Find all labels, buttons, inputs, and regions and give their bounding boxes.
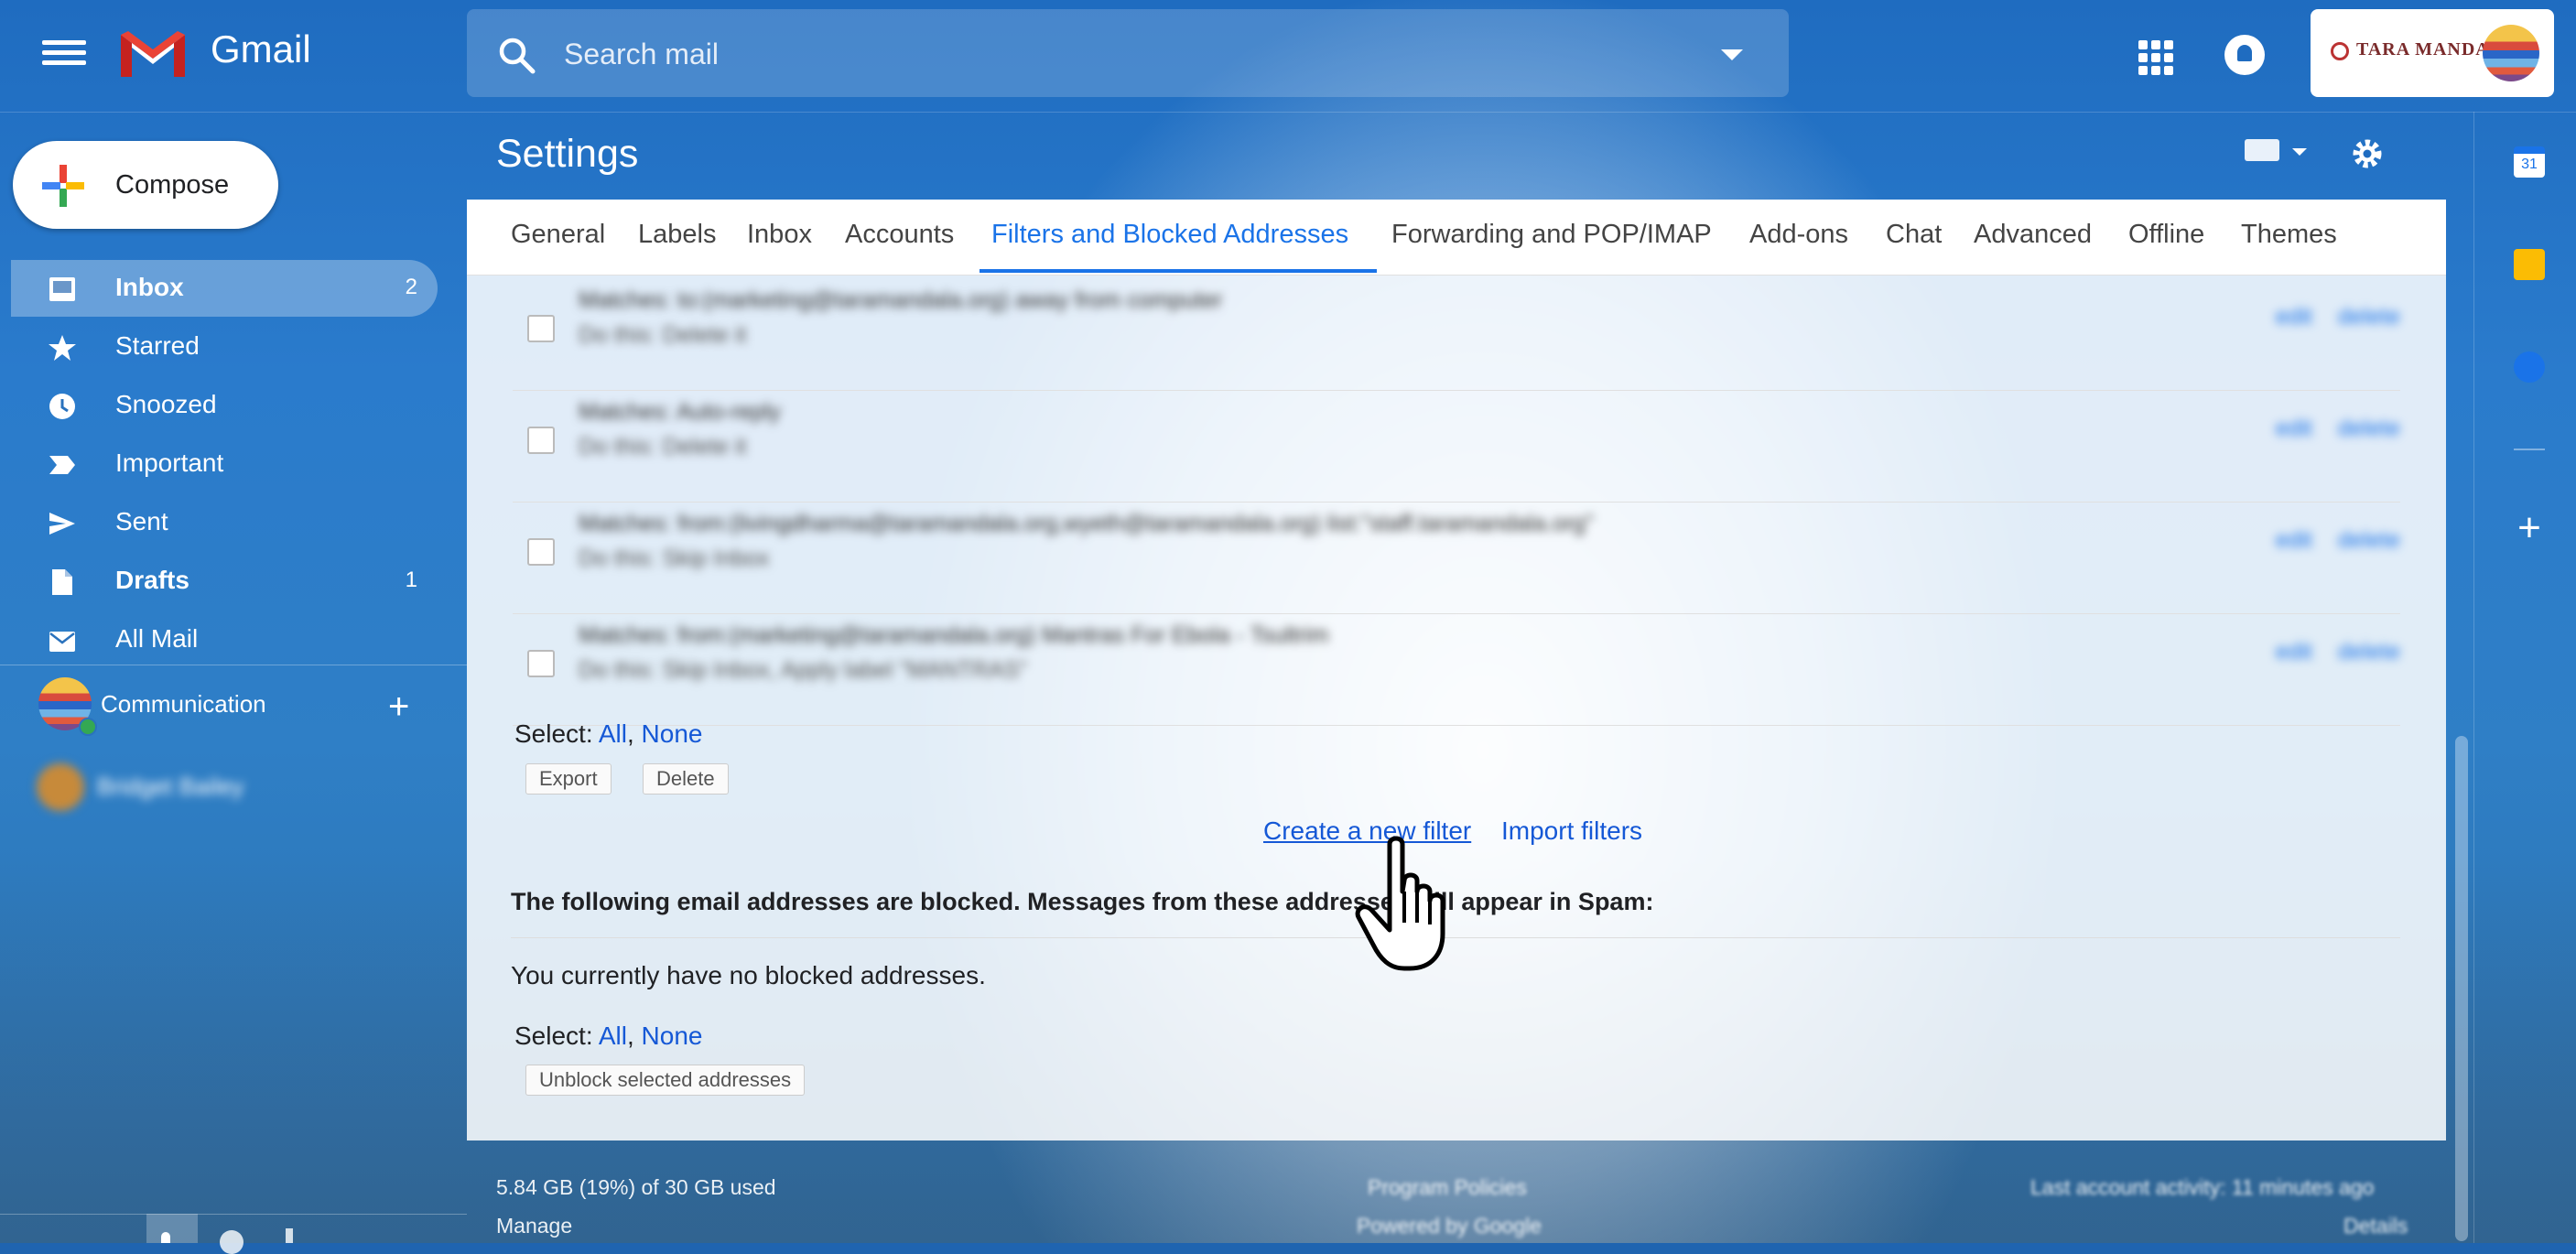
- import-filters-link[interactable]: Import filters: [1501, 816, 1642, 846]
- blocked-heading: The following email addresses are blocke…: [511, 888, 1654, 915]
- search-icon[interactable]: [496, 35, 536, 75]
- manage-storage-link[interactable]: Manage: [496, 1214, 572, 1238]
- filter-delete-link[interactable]: delete: [2338, 639, 2400, 665]
- filter-delete-link[interactable]: delete: [2338, 527, 2400, 554]
- gear-icon[interactable]: [2349, 135, 2386, 172]
- tab-add-ons[interactable]: Add-ons: [1749, 220, 1848, 250]
- scrollbar[interactable]: [2455, 736, 2468, 1241]
- filter-delete-link[interactable]: delete: [2338, 304, 2400, 330]
- keyboard-icon[interactable]: [2245, 139, 2279, 161]
- compose-plus-icon: [42, 165, 84, 207]
- tab-general[interactable]: General: [511, 220, 605, 250]
- powered-by-text: Powered by Google: [1357, 1214, 1542, 1238]
- communication-label[interactable]: Communication: [101, 690, 266, 719]
- select-none-link[interactable]: None: [642, 719, 703, 748]
- filter-delete-link[interactable]: delete: [2338, 416, 2400, 442]
- person-icon[interactable]: [161, 1232, 170, 1243]
- calendar-icon[interactable]: 31: [2514, 146, 2545, 178]
- storage-usage: 5.84 GB (19%) of 30 GB used: [496, 1175, 776, 1199]
- filter-edit-link[interactable]: edit: [2276, 639, 2312, 665]
- sidebar-item-important[interactable]: Important: [0, 436, 438, 492]
- google-apps-icon[interactable]: [2138, 40, 2173, 75]
- sidebar-bottom-divider: [0, 1214, 467, 1215]
- filter-checkbox[interactable]: [527, 650, 555, 677]
- keep-icon[interactable]: [2514, 249, 2545, 280]
- no-blocked-text: You currently have no blocked addresses.: [511, 961, 986, 989]
- tab-forwarding[interactable]: Forwarding and POP/IMAP: [1391, 220, 1712, 250]
- tab-inbox[interactable]: Inbox: [747, 220, 812, 250]
- sidebar-item-sent[interactable]: Sent: [0, 494, 438, 551]
- select-none-link[interactable]: None: [642, 1022, 703, 1050]
- sidebar-item-all-mail[interactable]: All Mail: [0, 611, 438, 668]
- last-activity-text: Last account activity: 11 minutes ago: [2030, 1175, 2375, 1199]
- clock-icon: [49, 394, 75, 419]
- online-status-dot: [79, 718, 97, 736]
- hangouts-tab[interactable]: [146, 1214, 198, 1243]
- add-contact-icon[interactable]: +: [388, 688, 409, 725]
- tab-filters-and-blocked-addresses[interactable]: Filters and Blocked Addresses: [991, 220, 1348, 250]
- gmail-title: Gmail: [211, 27, 311, 70]
- side-panel-rail: [2473, 112, 2576, 1243]
- add-addon-icon[interactable]: +: [2514, 508, 2545, 548]
- phone-icon[interactable]: [286, 1228, 293, 1243]
- tab-labels[interactable]: Labels: [638, 220, 716, 250]
- account-avatar[interactable]: [2483, 25, 2539, 81]
- tab-themes[interactable]: Themes: [2241, 220, 2337, 250]
- active-tab-indicator: [980, 269, 1377, 273]
- brand-logo-icon: [2331, 42, 2349, 60]
- program-policies-link[interactable]: Program Policies: [1368, 1175, 1527, 1200]
- gmail-logo-icon[interactable]: [117, 27, 189, 81]
- search-options-chevron-icon[interactable]: [1721, 49, 1743, 60]
- filter-row: Matches: to:(marketing@taramandala.org) …: [513, 278, 2400, 391]
- details-link[interactable]: Details: [2343, 1214, 2408, 1238]
- page-title: Settings: [496, 132, 639, 176]
- sidebar-item-inbox[interactable]: Inbox 2: [11, 260, 438, 317]
- contact-name[interactable]: Bridget Bailey: [97, 773, 244, 801]
- filter-edit-link[interactable]: edit: [2276, 416, 2312, 442]
- rail-divider: [2514, 449, 2545, 450]
- sidebar-item-starred[interactable]: Starred: [0, 319, 438, 375]
- tab-accounts[interactable]: Accounts: [845, 220, 954, 250]
- delete-button[interactable]: Delete: [643, 763, 729, 795]
- draft-icon: [52, 569, 72, 595]
- tasks-icon[interactable]: [2514, 351, 2545, 383]
- hangouts-icon[interactable]: [220, 1230, 244, 1254]
- unblock-button[interactable]: Unblock selected addresses: [525, 1065, 806, 1096]
- filter-checkbox[interactable]: [527, 538, 555, 566]
- mail-icon: [49, 632, 75, 652]
- contact-avatar[interactable]: [37, 763, 84, 811]
- select-all-link[interactable]: All: [599, 719, 627, 748]
- sidebar-item-drafts[interactable]: Drafts 1: [0, 553, 438, 610]
- notifications-bell-icon[interactable]: [2224, 35, 2265, 75]
- send-icon: [49, 513, 75, 535]
- filter-row: Matches: from:(livingdharma@taramandala.…: [513, 502, 2400, 614]
- filter-row: Matches: Auto-reply Do this: Delete it e…: [513, 390, 2400, 503]
- important-icon: [49, 456, 75, 474]
- select-all-link[interactable]: All: [599, 1022, 627, 1050]
- filter-checkbox[interactable]: [527, 315, 555, 342]
- tab-advanced[interactable]: Advanced: [1974, 220, 2092, 250]
- inbox-icon: [49, 277, 75, 301]
- tab-offline[interactable]: Offline: [2128, 220, 2204, 250]
- filter-edit-link[interactable]: edit: [2276, 304, 2312, 330]
- filter-edit-link[interactable]: edit: [2276, 527, 2312, 554]
- search-input[interactable]: [562, 26, 1664, 82]
- tab-chat[interactable]: Chat: [1886, 220, 1942, 250]
- sidebar-item-snoozed[interactable]: Snoozed: [0, 377, 438, 434]
- star-icon: [49, 335, 76, 361]
- export-button[interactable]: Export: [525, 763, 612, 795]
- filter-row: Matches: from:(marketing@taramandala.org…: [513, 613, 2400, 726]
- main-menu-icon[interactable]: [42, 35, 86, 75]
- input-tools-chevron-icon[interactable]: [2292, 148, 2307, 156]
- filter-select-row: Select: All, None: [514, 719, 703, 748]
- filter-checkbox[interactable]: [527, 427, 555, 454]
- hand-pointer-cursor-icon: [1355, 836, 1445, 971]
- blocked-select-row: Select: All, None: [514, 1022, 703, 1050]
- compose-label: Compose: [115, 170, 230, 200]
